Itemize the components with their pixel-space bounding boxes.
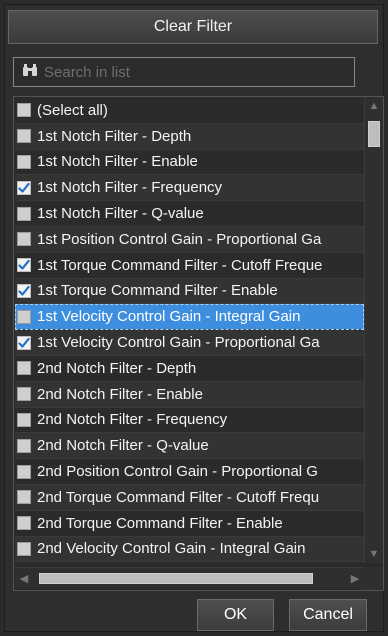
- horizontal-scrollbar[interactable]: ◀ ▶: [15, 567, 364, 589]
- list-item-label: 2nd Notch Filter - Depth: [37, 359, 197, 377]
- search-input[interactable]: [44, 63, 344, 81]
- checkbox[interactable]: [17, 541, 31, 556]
- list-item[interactable]: 1st Notch Filter - Frequency: [15, 175, 364, 202]
- horizontal-scroll-thumb[interactable]: [39, 573, 313, 584]
- checkbox[interactable]: [17, 438, 31, 453]
- scroll-up-icon[interactable]: ▲: [365, 97, 383, 115]
- list-item[interactable]: 1st Torque Command Filter - Enable: [15, 278, 364, 305]
- list-item[interactable]: 1st Notch Filter - Enable: [15, 149, 364, 176]
- list-item[interactable]: (Select all): [15, 98, 364, 124]
- list-item-label: 1st Notch Filter - Depth: [37, 127, 192, 145]
- list-item-label: 2nd Notch Filter - Q-value: [37, 437, 209, 455]
- list-item[interactable]: 2nd Torque Command Filter - Cutoff Frequ: [15, 484, 364, 511]
- filter-list[interactable]: (Select all) 1st Notch Filter - Depth 1st …: [15, 98, 364, 564]
- checkbox[interactable]: [17, 516, 31, 531]
- scroll-right-icon[interactable]: ▶: [346, 568, 364, 589]
- list-item[interactable]: 1st Notch Filter - Depth: [15, 123, 364, 150]
- clear-filter-button[interactable]: Clear Filter: [8, 10, 378, 44]
- list-item-label: 1st Velocity Control Gain - Proportional…: [37, 334, 320, 352]
- scrollbar-corner: [364, 567, 383, 590]
- scroll-left-icon[interactable]: ◀: [15, 568, 33, 589]
- list-item[interactable]: 2nd Position Control Gain - Proportional…: [15, 459, 364, 485]
- checkbox[interactable]: [17, 129, 31, 144]
- checkbox[interactable]: [17, 154, 31, 169]
- list-item-label: 1st Position Control Gain - Proportional…: [37, 230, 322, 248]
- list-item-label: 2nd Torque Command Filter - Cutoff Frequ: [37, 488, 320, 506]
- checkbox[interactable]: [17, 412, 31, 427]
- vertical-scrollbar[interactable]: ▲ ▼: [364, 97, 383, 563]
- cancel-button[interactable]: Cancel: [289, 599, 367, 631]
- checkbox[interactable]: [17, 361, 31, 376]
- list-item-label: 1st Notch Filter - Q-value: [37, 205, 204, 223]
- list-item[interactable]: 2nd Torque Command Filter - Enable: [15, 510, 364, 537]
- list-item[interactable]: 2nd Notch Filter - Depth: [15, 355, 364, 382]
- list-item[interactable]: 1st Notch Filter - Q-value: [15, 201, 364, 227]
- list-item[interactable]: 1st Velocity Control Gain - Proportional…: [15, 330, 364, 356]
- list-item-label: (Select all): [37, 101, 108, 119]
- filter-list-frame: (Select all) 1st Notch Filter - Depth 1st …: [13, 96, 384, 591]
- checkbox[interactable]: [17, 490, 31, 505]
- list-item[interactable]: 1st Position Control Gain - Proportional…: [15, 226, 364, 253]
- binoculars-icon: [22, 63, 38, 81]
- list-item[interactable]: 2nd Velocity Control Gain - Integral Gai…: [15, 536, 364, 563]
- list-item-label: 2nd Torque Command Filter - Enable: [37, 514, 283, 532]
- vertical-scroll-thumb[interactable]: [368, 121, 380, 147]
- checkbox[interactable]: [17, 309, 31, 324]
- list-item[interactable]: 2nd Notch Filter - Enable: [15, 381, 364, 408]
- checkbox[interactable]: [17, 464, 31, 479]
- list-item[interactable]: 2nd Notch Filter - Q-value: [15, 433, 364, 460]
- checkbox[interactable]: [17, 387, 31, 402]
- search-box: [13, 57, 355, 87]
- list-item-label: 2nd Notch Filter - Enable: [37, 385, 203, 403]
- list-item[interactable]: 2nd Notch Filter - Frequency: [15, 407, 364, 434]
- list-item-label: 1st Velocity Control Gain - Integral Gai…: [37, 308, 301, 326]
- ok-button[interactable]: OK: [197, 599, 274, 631]
- list-item-label: 1st Notch Filter - Frequency: [37, 179, 223, 197]
- list-item-label: 1st Torque Command Filter - Enable: [37, 282, 278, 300]
- list-item-label: 1st Notch Filter - Enable: [37, 153, 198, 171]
- checkbox-checked[interactable]: [17, 283, 31, 298]
- list-item-label: 2nd Position Control Gain - Proportional…: [37, 463, 318, 481]
- checkbox[interactable]: [17, 103, 31, 118]
- list-item[interactable]: 1st Velocity Control Gain - Integral Gai…: [15, 304, 364, 331]
- checkbox[interactable]: [17, 206, 31, 221]
- checkbox-checked[interactable]: [17, 335, 31, 350]
- checkbox-checked[interactable]: [17, 180, 31, 195]
- list-item[interactable]: 1st Torque Command Filter - Cutoff Frequ…: [15, 252, 364, 279]
- scroll-down-icon[interactable]: ▼: [365, 545, 383, 563]
- list-item-label: 1st Torque Command Filter - Cutoff Frequ…: [37, 256, 323, 274]
- checkbox[interactable]: [17, 232, 31, 247]
- checkbox-checked[interactable]: [17, 258, 31, 273]
- list-item-label: 2nd Velocity Control Gain - Integral Gai…: [37, 540, 306, 558]
- list-item-label: 2nd Notch Filter - Frequency: [37, 411, 228, 429]
